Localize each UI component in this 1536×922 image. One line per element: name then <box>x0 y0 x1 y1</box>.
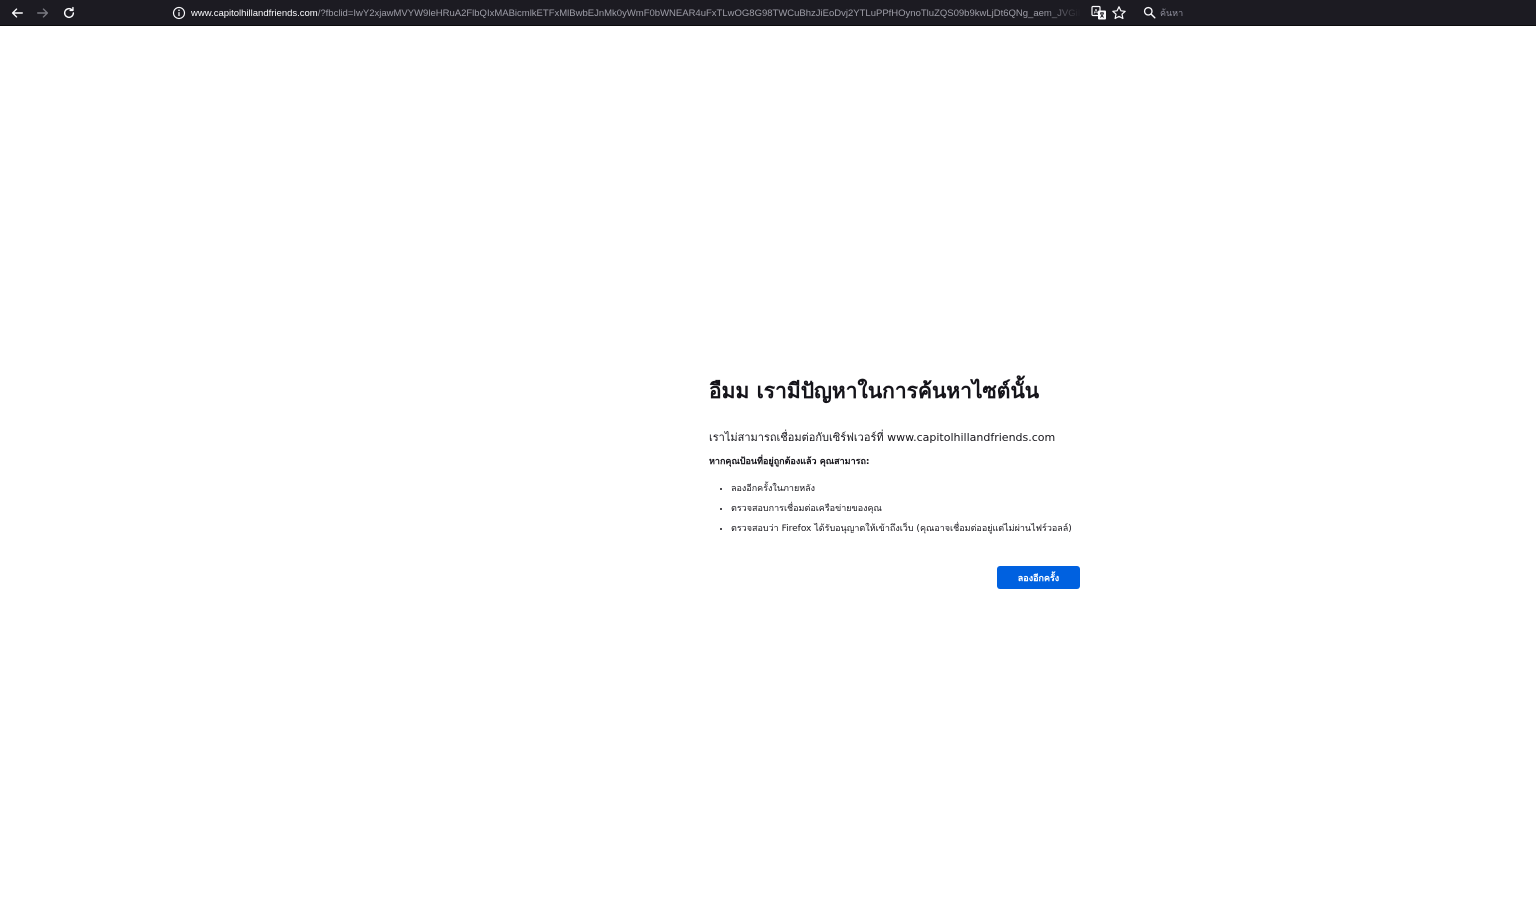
forward-button[interactable] <box>33 3 53 23</box>
info-icon[interactable] <box>172 6 186 20</box>
reload-button[interactable] <box>59 3 79 23</box>
translate-icon[interactable]: A <box>1091 5 1107 21</box>
url-path: /?fbclid=IwY2xjawMVYW9leHRuA2FlbQIxMABic… <box>317 8 1081 19</box>
url-domain: www.capitolhillandfriends.com <box>191 8 318 19</box>
url-bar[interactable]: www.capitolhillandfriends.com/?fbclid=Iw… <box>166 2 1134 24</box>
search-input[interactable] <box>1160 4 1520 22</box>
back-button[interactable] <box>7 3 27 23</box>
list-item: ตรวจสอบการเชื่อมต่อเครือข่ายของคุณ <box>731 499 1089 519</box>
forward-arrow-icon <box>37 8 49 18</box>
retry-button[interactable]: ลองอีกครั้ง <box>997 566 1080 589</box>
reload-icon <box>63 6 75 19</box>
search-icon <box>1143 6 1156 19</box>
search-bar[interactable] <box>1137 2 1531 24</box>
browser-toolbar: www.capitolhillandfriends.com/?fbclid=Iw… <box>0 0 1536 26</box>
back-arrow-icon <box>11 8 23 18</box>
bookmark-star-icon[interactable] <box>1111 5 1127 21</box>
error-title: อืมม เรามีปัญหาในการค้นหาไซต์นั้น <box>709 379 1040 403</box>
list-item: ตรวจสอบว่า Firefox ได้รับอนุญาตให้เข้าถึ… <box>731 519 1089 539</box>
url-text[interactable]: www.capitolhillandfriends.com/?fbclid=Iw… <box>191 6 1081 22</box>
error-description: เราไม่สามารถเชื่อมต่อกับเซิร์ฟเวอร์ที่ w… <box>709 431 1056 444</box>
list-item: ลองอีกครั้งในภายหลัง <box>731 479 1089 499</box>
error-page: อืมม เรามีปัญหาในการค้นหาไซต์นั้น เราไม่… <box>709 370 1089 589</box>
error-subtitle: หากคุณป้อนที่อยู่ถูกต้องแล้ว คุณสามารถ: <box>709 457 870 467</box>
suggestion-list: ลองอีกครั้งในภายหลัง ตรวจสอบการเชื่อมต่อ… <box>709 479 1089 539</box>
